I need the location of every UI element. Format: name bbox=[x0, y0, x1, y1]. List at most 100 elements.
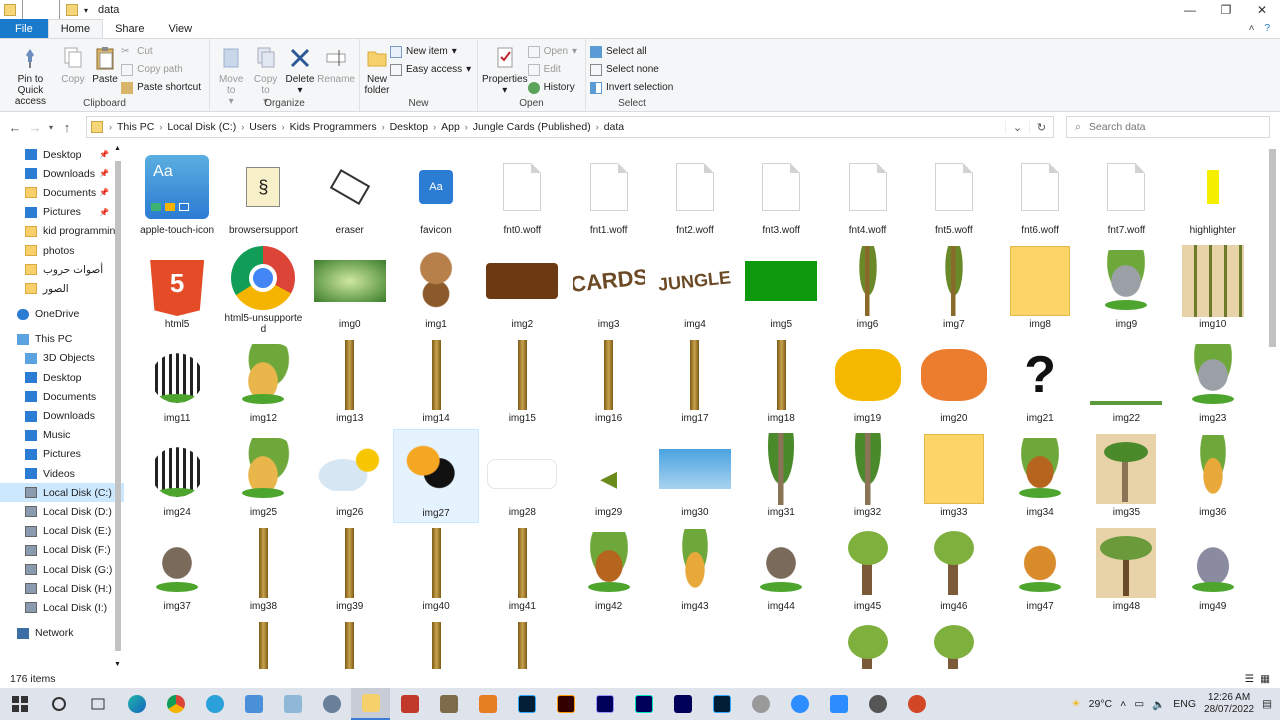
file-item[interactable]: img45 bbox=[824, 523, 910, 617]
file-item[interactable]: img0 bbox=[307, 241, 393, 335]
file-item[interactable]: img12 bbox=[220, 335, 306, 429]
file-item[interactable]: img1 bbox=[393, 241, 479, 335]
recent-locations-icon[interactable]: ▾ bbox=[45, 123, 57, 132]
file-item[interactable]: fnt3.woff bbox=[738, 147, 824, 241]
nav-drive[interactable]: Local Disk (I:) bbox=[0, 598, 124, 617]
file-item[interactable]: CARDS img3 bbox=[565, 241, 651, 335]
file-item[interactable]: img35 bbox=[1083, 429, 1169, 523]
chevron-up-icon[interactable]: ˄ bbox=[1120, 698, 1126, 710]
task-view-icon[interactable] bbox=[78, 688, 117, 720]
file-item[interactable]: html5-unsupported bbox=[220, 241, 306, 335]
chrome-icon[interactable] bbox=[156, 688, 195, 720]
file-item[interactable]: img25 bbox=[220, 429, 306, 523]
file-item[interactable]: fnt4.woff bbox=[824, 147, 910, 241]
file-item[interactable]: img36 bbox=[1170, 429, 1256, 523]
nav-drive[interactable]: Local Disk (F:) bbox=[0, 541, 124, 560]
file-item[interactable]: highlighter bbox=[1170, 147, 1256, 241]
nav-scrollbar[interactable]: ▲ ▼ bbox=[112, 145, 124, 670]
file-item[interactable]: img20 bbox=[911, 335, 997, 429]
tab-share[interactable]: Share bbox=[103, 19, 156, 38]
file-item[interactable]: fnt7.woff bbox=[1083, 147, 1169, 241]
file-item-partial[interactable] bbox=[220, 617, 306, 669]
file-item[interactable]: img32 bbox=[824, 429, 910, 523]
nav-quick-item[interactable]: photos bbox=[0, 241, 124, 260]
file-item[interactable]: img30 bbox=[652, 429, 738, 523]
file-item[interactable]: img31 bbox=[738, 429, 824, 523]
file-item[interactable]: ◀ img29 bbox=[565, 429, 651, 523]
address-dropdown-icon[interactable]: ⌄ bbox=[1005, 120, 1029, 134]
file-item-partial[interactable] bbox=[1170, 617, 1256, 669]
file-item[interactable]: img19 bbox=[824, 335, 910, 429]
clock[interactable]: 12:26 AM 28/07/2022 bbox=[1204, 692, 1254, 716]
search-input[interactable]: Search data bbox=[1089, 121, 1146, 133]
file-item-partial[interactable] bbox=[134, 617, 220, 669]
file-item[interactable]: img26 bbox=[307, 429, 393, 523]
content-scrollbar[interactable] bbox=[1266, 145, 1280, 670]
file-item[interactable]: img5 bbox=[738, 241, 824, 335]
maximize-button[interactable]: ❐ bbox=[1208, 0, 1244, 20]
nav-pc-folder[interactable]: Music bbox=[0, 426, 124, 445]
photoshop-icon[interactable] bbox=[507, 688, 546, 720]
language-indicator[interactable]: ENG bbox=[1173, 698, 1196, 710]
new-folder-icon[interactable] bbox=[66, 4, 78, 16]
file-item[interactable]: img13 bbox=[307, 335, 393, 429]
history-button[interactable]: History bbox=[527, 79, 582, 96]
file-item[interactable]: img28 bbox=[479, 429, 565, 523]
content-scroll-thumb[interactable] bbox=[1269, 149, 1276, 347]
powerpoint-icon[interactable] bbox=[897, 688, 936, 720]
close-button[interactable]: ✕ bbox=[1244, 0, 1280, 20]
nav-quick-item[interactable]: أصوات حروب bbox=[0, 260, 124, 279]
select-none-button[interactable]: Select none bbox=[590, 61, 677, 78]
file-item[interactable]: img10 bbox=[1170, 241, 1256, 335]
file-item[interactable]: § browsersupport bbox=[220, 147, 306, 241]
scroll-up-icon[interactable]: ▲ bbox=[114, 145, 121, 152]
nav-network[interactable]: Network bbox=[0, 624, 124, 643]
cut-button[interactable]: ✂ Cut bbox=[121, 43, 205, 60]
chevron-up-icon[interactable]: ˄ bbox=[1249, 23, 1255, 34]
file-item[interactable]: img16 bbox=[565, 335, 651, 429]
file-item[interactable]: img42 bbox=[565, 523, 651, 617]
app-icon[interactable] bbox=[858, 688, 897, 720]
scroll-down-icon[interactable]: ▼ bbox=[114, 661, 121, 668]
file-item[interactable]: img43 bbox=[652, 523, 738, 617]
help-icon[interactable]: ? bbox=[1264, 23, 1270, 34]
photoshop-icon[interactable] bbox=[702, 688, 741, 720]
breadcrumb-data[interactable]: data bbox=[604, 121, 624, 133]
file-item[interactable]: img46 bbox=[911, 523, 997, 617]
volume-icon[interactable]: 🔈 bbox=[1152, 698, 1165, 711]
address-bar[interactable]: › This PC › Local Disk (C:) › Users › Kids … bbox=[86, 116, 1054, 138]
file-item[interactable]: img9 bbox=[1083, 241, 1169, 335]
file-item[interactable]: 5 html5 bbox=[134, 241, 220, 335]
nav-drive[interactable]: Local Disk (C:) bbox=[0, 483, 124, 503]
nav-pc-folder[interactable]: Documents bbox=[0, 387, 124, 406]
refresh-icon[interactable]: ↻ bbox=[1029, 120, 1053, 134]
file-item[interactable]: img14 bbox=[393, 335, 479, 429]
file-item[interactable]: fnt5.woff bbox=[911, 147, 997, 241]
breadcrumb-jungle-cards[interactable]: Jungle Cards (Published) bbox=[473, 121, 591, 133]
file-item-partial[interactable] bbox=[479, 617, 565, 669]
nav-this-pc[interactable]: This PC bbox=[0, 330, 124, 349]
file-item[interactable]: img33 bbox=[911, 429, 997, 523]
file-item[interactable]: img38 bbox=[220, 523, 306, 617]
breadcrumb-kids-programmers[interactable]: Kids Programmers bbox=[290, 121, 377, 133]
file-item[interactable]: img17 bbox=[652, 335, 738, 429]
search-box[interactable]: ⌕ Search data bbox=[1066, 116, 1270, 138]
tab-view[interactable]: View bbox=[156, 19, 204, 38]
new-item-button[interactable]: New item ▾ bbox=[390, 43, 475, 60]
weather-icon[interactable]: ☀ bbox=[1071, 698, 1080, 710]
network-icon[interactable]: ▭ bbox=[1134, 698, 1144, 710]
nav-onedrive[interactable]: OneDrive bbox=[0, 305, 124, 324]
nav-pc-folder[interactable]: Desktop bbox=[0, 368, 124, 387]
file-item[interactable]: img23 bbox=[1170, 335, 1256, 429]
app-icon[interactable] bbox=[234, 688, 273, 720]
app-icon[interactable] bbox=[819, 688, 858, 720]
file-item[interactable]: fnt0.woff bbox=[479, 147, 565, 241]
file-item[interactable]: img7 bbox=[911, 241, 997, 335]
nav-quick-item[interactable]: الصور bbox=[0, 279, 124, 298]
file-item[interactable]: fnt6.woff bbox=[997, 147, 1083, 241]
file-item[interactable]: img47 bbox=[997, 523, 1083, 617]
search-icon[interactable] bbox=[39, 688, 78, 720]
file-item-partial[interactable] bbox=[565, 617, 651, 669]
chevron-down-icon[interactable]: ▾ bbox=[84, 6, 88, 15]
edit-button[interactable]: Edit bbox=[527, 61, 582, 78]
